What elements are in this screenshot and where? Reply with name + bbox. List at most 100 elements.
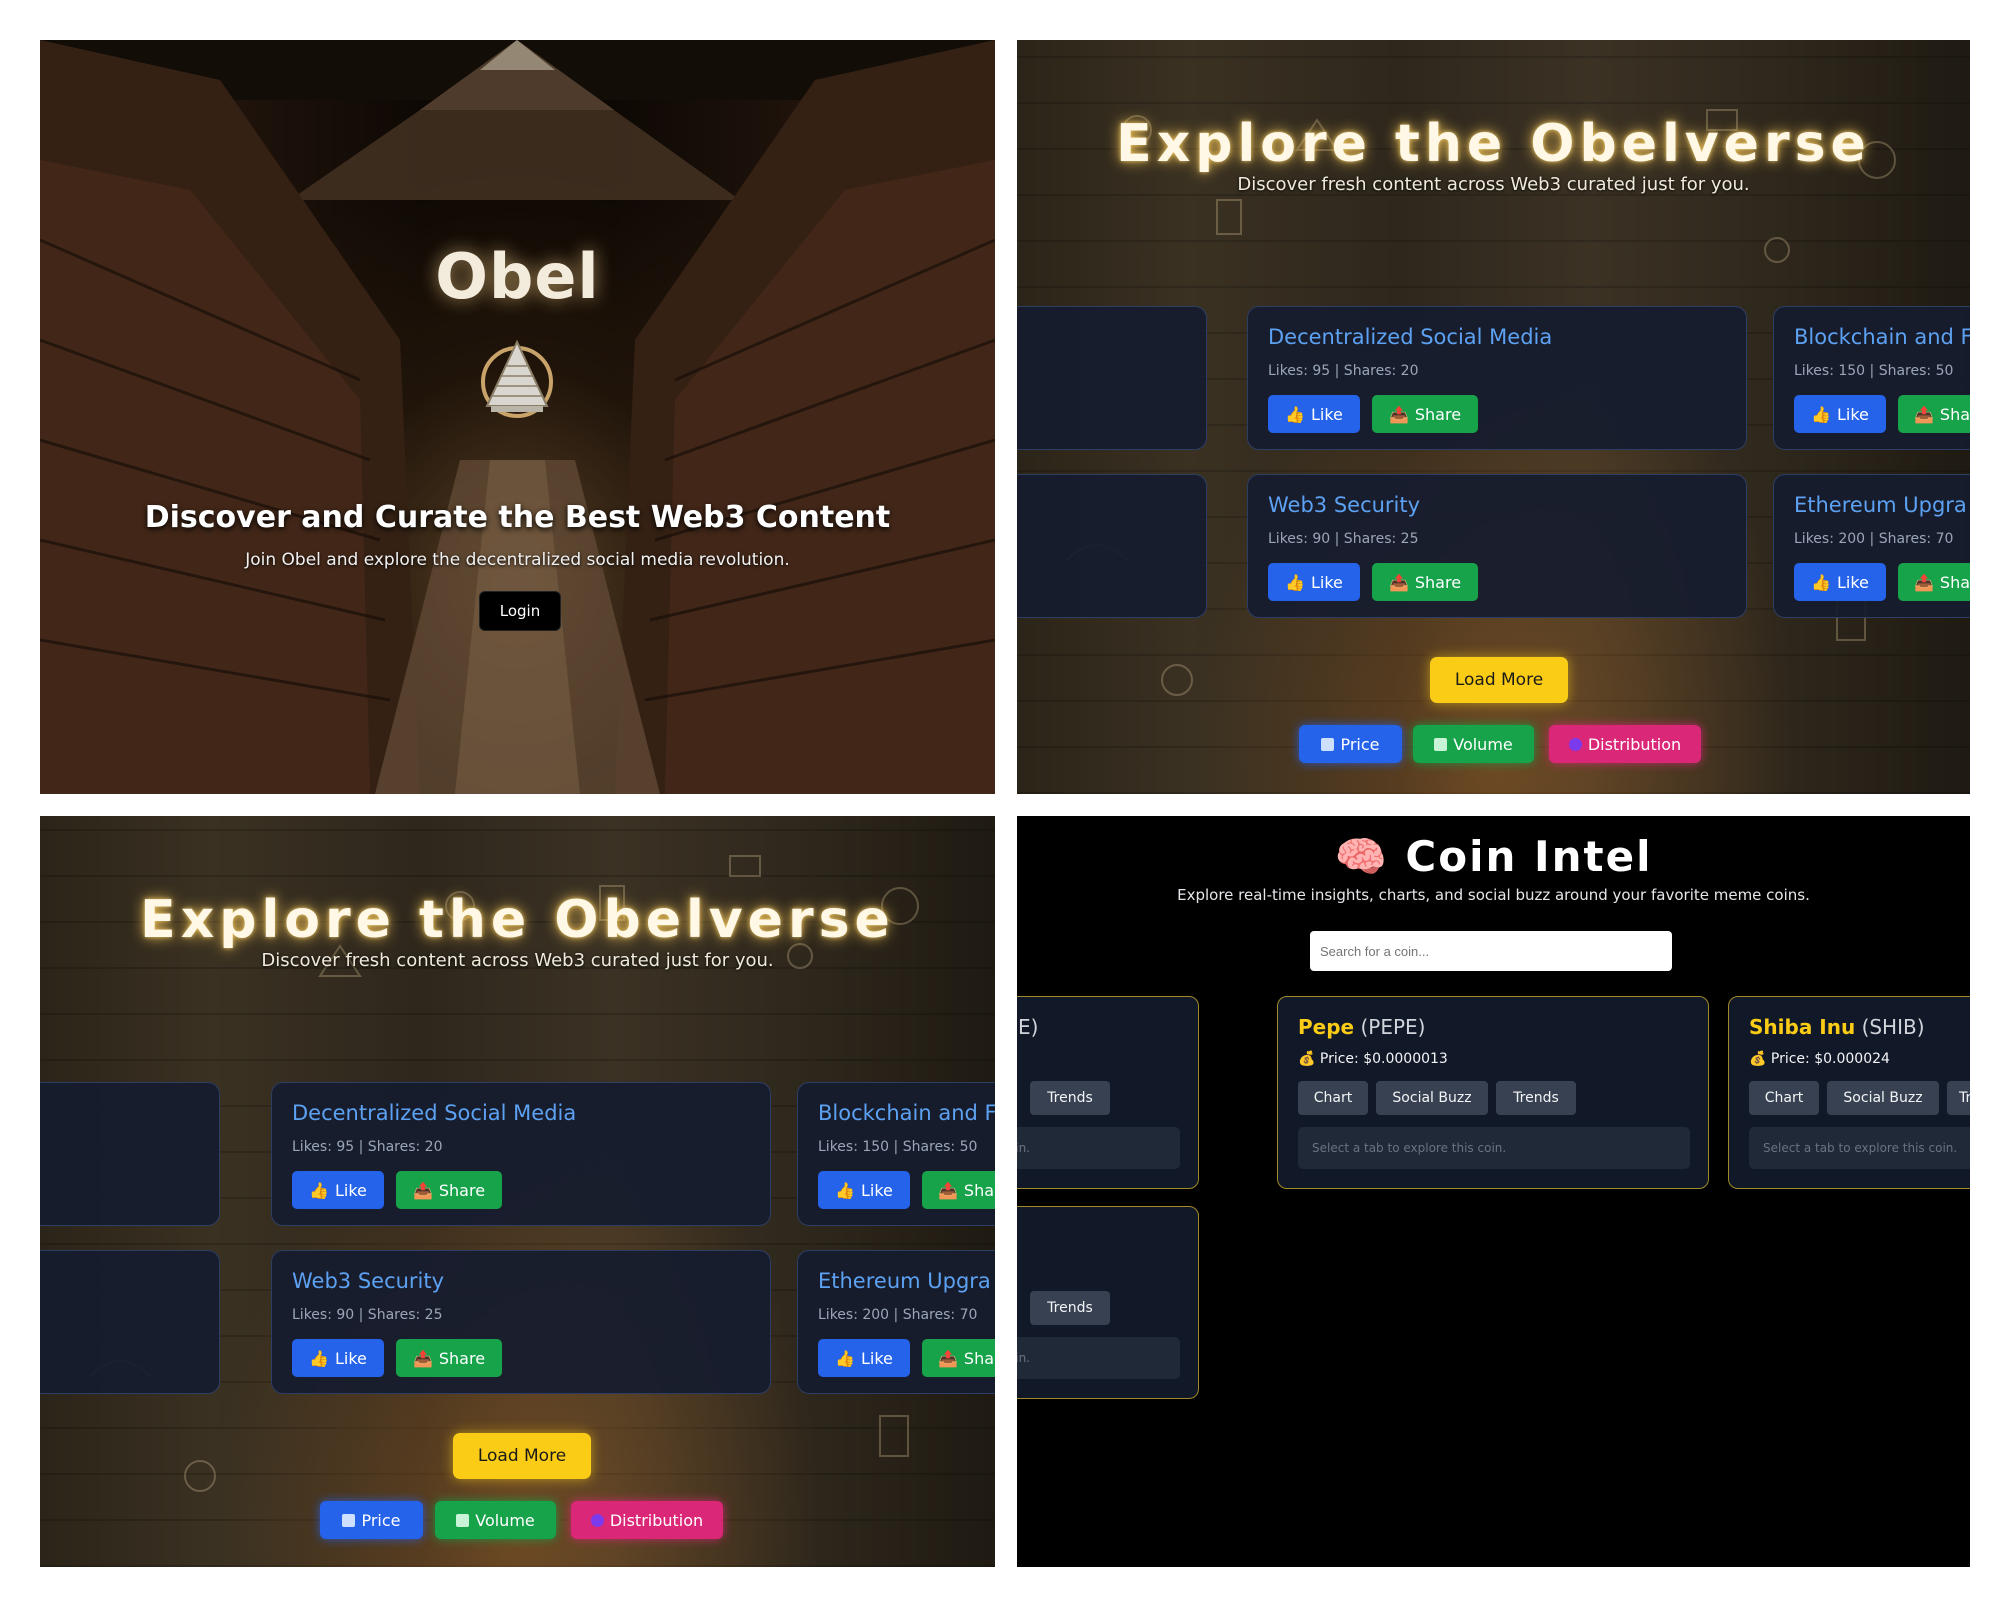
- coin-hint: Select a tab to explore this coin.: [1298, 1127, 1690, 1169]
- login-button[interactable]: Login: [479, 591, 561, 631]
- trends-tab[interactable]: Trends: [1030, 1291, 1110, 1325]
- volume-tab[interactable]: Volume: [1413, 725, 1534, 763]
- money-bag-icon: 💰: [1298, 1051, 1316, 1067]
- card-title[interactable]: Decentralized Social Media: [1268, 325, 1552, 349]
- bar-chart-icon: [456, 1513, 470, 1527]
- content-card: Blockchain and F Likes: 150 | Shares: 50…: [797, 1082, 995, 1226]
- hero-headline: Discover and Curate the Best Web3 Conten…: [144, 500, 891, 535]
- coin-name: E): [1018, 1015, 1039, 1039]
- share-icon: 📤: [938, 1348, 958, 1368]
- content-card: Decentralized Social Media Likes: 95 | S…: [1247, 306, 1747, 450]
- coin-name[interactable]: Shiba Inu (SHIB): [1749, 1015, 1925, 1039]
- thumbs-up-icon: 👍: [1285, 572, 1305, 592]
- like-button[interactable]: 👍 Like: [292, 1339, 384, 1377]
- coin-name[interactable]: Pepe (PEPE): [1298, 1015, 1425, 1039]
- content-card-partial: [40, 1250, 220, 1394]
- social-buzz-tab[interactable]: Social Buzz: [1827, 1081, 1939, 1115]
- card-title[interactable]: Decentralized Social Media: [292, 1101, 576, 1125]
- coin-intel-panel: 🧠 Coin Intel Explore real-time insights,…: [1017, 816, 1970, 1567]
- chart-up-icon: [342, 1513, 356, 1527]
- coin-hint: is coin.: [1017, 1127, 1180, 1169]
- thumbs-up-icon: 👍: [835, 1180, 855, 1200]
- content-card-partial: [40, 1082, 220, 1226]
- content-card-partial: [1017, 474, 1207, 618]
- content-card: Ethereum Upgra Likes: 200 | Shares: 70 👍…: [797, 1250, 995, 1394]
- coin-price: 💰 Price: $0.000024: [1749, 1051, 1890, 1067]
- like-button[interactable]: 👍 Like: [1268, 563, 1360, 601]
- coin-intel-title: 🧠 Coin Intel: [1334, 832, 1653, 881]
- load-more-button[interactable]: Load More: [1430, 657, 1568, 703]
- explore-panel: Explore the Obelverse Discover fresh con…: [1017, 40, 1970, 794]
- coin-card: Pepe (PEPE) 💰 Price: $0.0000013 Chart So…: [1277, 996, 1709, 1189]
- thumbs-up-icon: 👍: [1811, 572, 1831, 592]
- like-button[interactable]: 👍 Like: [1794, 563, 1886, 601]
- brain-icon: 🧠: [1334, 832, 1389, 881]
- spiral-icon: [590, 1513, 604, 1527]
- card-title[interactable]: Ethereum Upgra: [1794, 493, 1967, 517]
- obel-pyramid-logo-icon: [481, 339, 553, 418]
- coin-price: 💰 Price: $0.0000013: [1298, 1051, 1448, 1067]
- trends-tab[interactable]: Trends: [1496, 1081, 1576, 1115]
- share-icon: 📤: [938, 1180, 958, 1200]
- trends-tab[interactable]: Tr: [1947, 1081, 1970, 1115]
- brand-title: Obel: [435, 240, 600, 313]
- coin-card-partial: Trends is coin.: [1017, 1206, 1199, 1399]
- distribution-tab[interactable]: Distribution: [1549, 725, 1701, 763]
- trends-tab[interactable]: Trends: [1030, 1081, 1110, 1115]
- share-icon: 📤: [412, 1348, 433, 1368]
- share-button[interactable]: 📤 Sha: [1898, 563, 1970, 601]
- share-button[interactable]: 📤 Sha: [1898, 395, 1970, 433]
- bar-chart-icon: [1434, 737, 1448, 751]
- share-icon: 📤: [1914, 404, 1934, 424]
- share-icon: 📤: [1914, 572, 1934, 592]
- share-button[interactable]: 📤 Sha: [922, 1171, 995, 1209]
- card-title[interactable]: Web3 Security: [1268, 493, 1420, 517]
- share-button[interactable]: 📤 Share: [396, 1171, 502, 1209]
- card-stats: Likes: 150 | Shares: 50: [1794, 363, 1954, 379]
- chart-tab[interactable]: Chart: [1749, 1081, 1819, 1115]
- load-more-button[interactable]: Load More: [453, 1433, 591, 1479]
- explore-title: Explore the Obelverse: [1116, 114, 1871, 174]
- like-button[interactable]: 👍 Like: [1268, 395, 1360, 433]
- card-title[interactable]: Blockchain and F: [1794, 325, 1970, 349]
- coin-hint: Select a tab to explore this coin.: [1749, 1127, 1970, 1169]
- price-tab[interactable]: Price: [320, 1501, 423, 1539]
- like-button[interactable]: 👍 Like: [818, 1171, 910, 1209]
- card-title[interactable]: Blockchain and F: [818, 1101, 995, 1125]
- thumbs-up-icon: 👍: [1285, 404, 1305, 424]
- landing-hero-panel: Obel Discover and Curate the Best Web3 C…: [40, 40, 995, 794]
- volume-tab[interactable]: Volume: [435, 1501, 556, 1539]
- card-title[interactable]: Ethereum Upgra: [818, 1269, 991, 1293]
- share-button[interactable]: 📤 Share: [1372, 563, 1478, 601]
- price-tab[interactable]: Price: [1299, 725, 1402, 763]
- hero-subtitle: Join Obel and explore the decentralized …: [245, 550, 790, 570]
- card-stats: Likes: 150 | Shares: 50: [818, 1139, 978, 1155]
- money-bag-icon: 💰: [1749, 1051, 1767, 1067]
- like-button[interactable]: 👍 Like: [292, 1171, 384, 1209]
- share-button[interactable]: 📤 Share: [396, 1339, 502, 1377]
- explore-title: Explore the Obelverse: [140, 890, 895, 950]
- thumbs-up-icon: 👍: [1811, 404, 1831, 424]
- card-title[interactable]: Web3 Security: [292, 1269, 444, 1293]
- card-stats: Likes: 90 | Shares: 25: [1268, 531, 1419, 547]
- chart-tab[interactable]: Chart: [1298, 1081, 1368, 1115]
- distribution-tab[interactable]: Distribution: [571, 1501, 723, 1539]
- like-button[interactable]: 👍 Like: [1794, 395, 1886, 433]
- share-icon: 📤: [412, 1180, 433, 1200]
- content-card: Decentralized Social Media Likes: 95 | S…: [271, 1082, 771, 1226]
- thumbs-up-icon: 👍: [309, 1180, 329, 1200]
- share-button[interactable]: 📤 Sha: [922, 1339, 995, 1377]
- content-card: Ethereum Upgra Likes: 200 | Shares: 70 👍…: [1773, 474, 1970, 618]
- coin-hint: is coin.: [1017, 1337, 1180, 1379]
- content-card: Web3 Security Likes: 90 | Shares: 25 👍 Li…: [271, 1250, 771, 1394]
- thumbs-up-icon: 👍: [309, 1348, 329, 1368]
- share-button[interactable]: 📤 Share: [1372, 395, 1478, 433]
- coin-search-input[interactable]: [1310, 931, 1672, 971]
- card-stats: Likes: 95 | Shares: 20: [1268, 363, 1419, 379]
- like-button[interactable]: 👍 Like: [818, 1339, 910, 1377]
- social-buzz-tab[interactable]: Social Buzz: [1376, 1081, 1488, 1115]
- card-stats: Likes: 90 | Shares: 25: [292, 1307, 443, 1323]
- explore-panel-secondary: Explore the Obelverse Discover fresh con…: [40, 816, 995, 1567]
- card-stats: Likes: 95 | Shares: 20: [292, 1139, 443, 1155]
- explore-subtitle: Discover fresh content across Web3 curat…: [261, 950, 774, 971]
